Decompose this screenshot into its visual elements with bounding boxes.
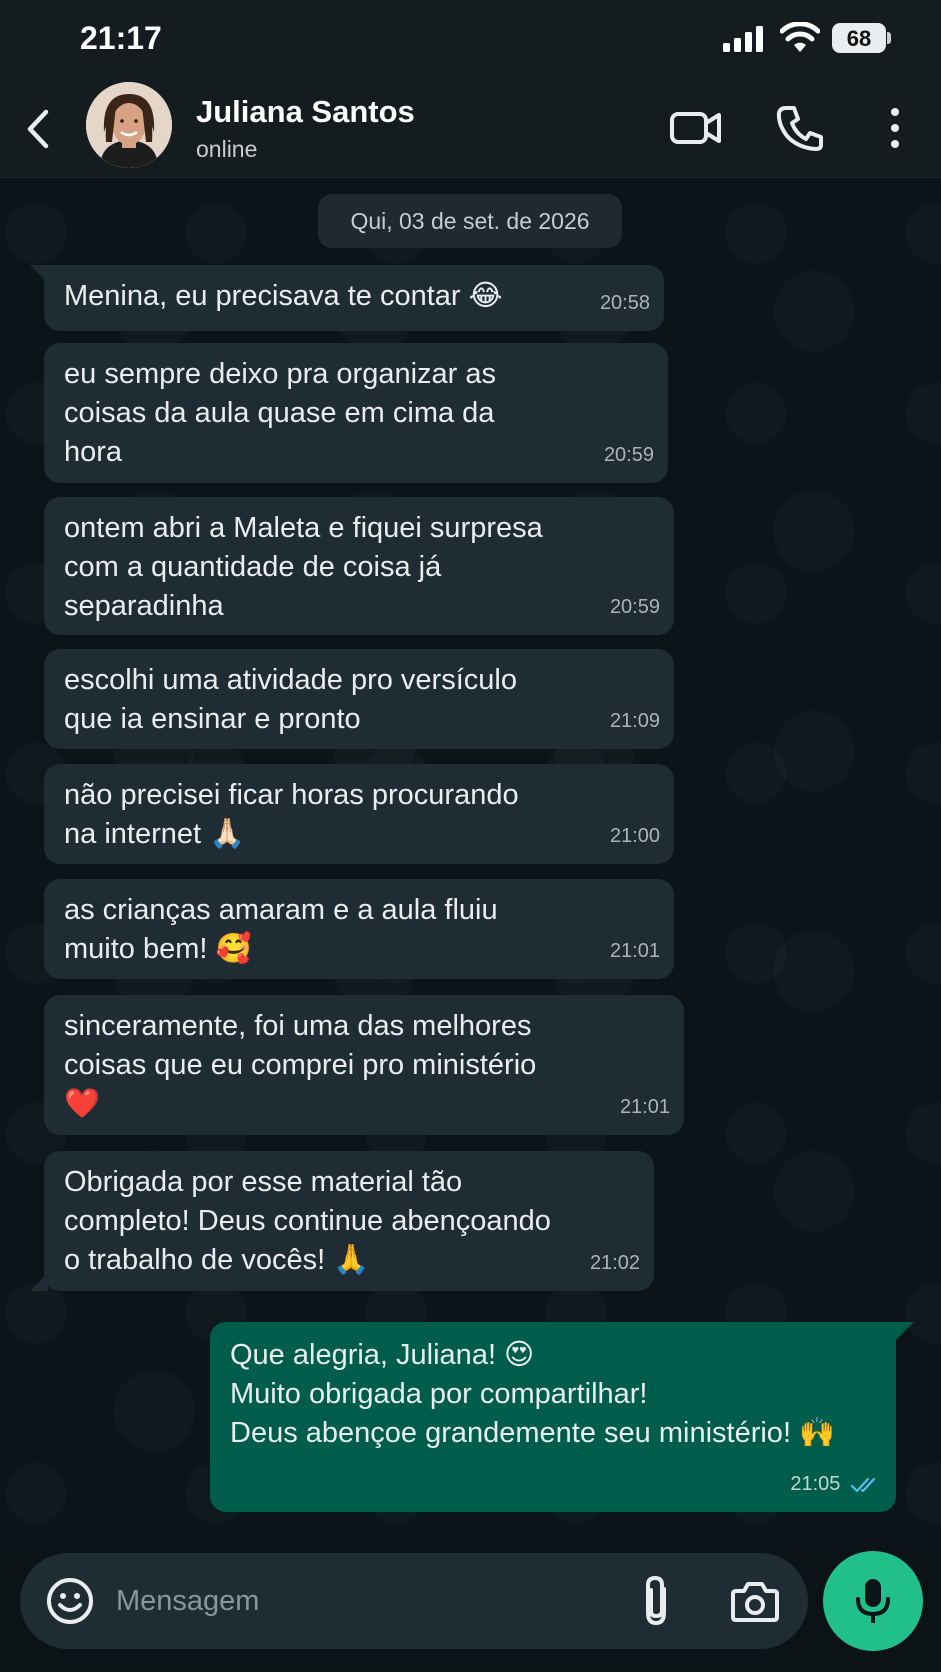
message-time: 21:01: [609, 940, 660, 962]
contact-name[interactable]: Juliana Santos: [196, 94, 415, 130]
message-time: 21:09: [609, 710, 660, 732]
message-time: 20:59: [609, 596, 660, 618]
incoming-message[interactable]: Menina, eu precisava te contar 😂 20:58: [44, 265, 664, 331]
incoming-message[interactable]: Obrigada por esse material tão completo!…: [44, 1151, 654, 1291]
read-ticks-icon: [850, 1477, 876, 1492]
signal-icon: [723, 26, 763, 52]
message-time: 20:59: [603, 444, 654, 466]
back-arrow-icon[interactable]: [20, 104, 60, 154]
message-text: Obrigada por esse material tão completo!…: [64, 1166, 551, 1276]
message-time: 21:00: [609, 825, 660, 847]
paperclip-icon[interactable]: [634, 1573, 678, 1629]
contact-status: online: [196, 136, 258, 162]
incoming-message[interactable]: eu sempre deixo pra organizar as coisas …: [44, 343, 668, 483]
bubble-tail: [896, 1322, 914, 1340]
wifi-icon: [780, 22, 820, 52]
message-text: Menina, eu precisava te contar 😂: [64, 280, 503, 312]
chat-area[interactable]: Qui, 03 de set. de 2026 Menina, eu preci…: [0, 179, 941, 1542]
message-time: 21:01: [619, 1096, 670, 1118]
chat-header: Juliana Santos online: [0, 80, 941, 178]
incoming-message[interactable]: as crianças amaram e a aula fluiu muito …: [44, 879, 674, 979]
voice-message-button[interactable]: [823, 1551, 923, 1651]
microphone-icon: [856, 1579, 890, 1623]
message-text: eu sempre deixo pra organizar as coisas …: [64, 358, 497, 468]
message-composer: [20, 1553, 808, 1649]
message-text: Que alegria, Juliana! 😍 Muito obrigada p…: [230, 1339, 836, 1449]
bubble-tail: [30, 1273, 48, 1291]
message-text: sinceramente, foi uma das melhores coisa…: [64, 1010, 537, 1120]
status-time: 21:17: [80, 20, 162, 56]
incoming-message[interactable]: ontem abri a Maleta e fiquei surpresa co…: [44, 497, 674, 635]
battery-level: 68: [832, 23, 886, 53]
avatar[interactable]: [86, 82, 172, 168]
status-bar: 21:17 68: [0, 0, 941, 80]
message-time: 21:02: [589, 1252, 640, 1274]
date-separator: Qui, 03 de set. de 2026: [318, 194, 622, 248]
battery-indicator: 68: [832, 23, 892, 53]
message-text: escolhi uma atividade pro versículo que …: [64, 664, 517, 735]
incoming-message[interactable]: não precisei ficar horas procurando na i…: [44, 764, 674, 864]
message-time-wrap: 21:05: [790, 1465, 882, 1504]
message-text: não precisei ficar horas procurando na i…: [64, 779, 519, 850]
message-text: as crianças amaram e a aula fluiu muito …: [64, 894, 498, 965]
battery-tip: [887, 32, 891, 44]
message-text: ontem abri a Maleta e fiquei surpresa co…: [64, 512, 543, 622]
video-call-icon[interactable]: [670, 102, 722, 154]
emoji-icon[interactable]: [44, 1575, 96, 1627]
message-time: 21:05: [790, 1473, 841, 1495]
phone-call-icon[interactable]: [776, 102, 824, 154]
avatar-portrait: [86, 82, 172, 168]
camera-icon[interactable]: [730, 1577, 780, 1625]
message-time: 20:58: [599, 292, 650, 314]
more-options-icon[interactable]: [880, 102, 910, 154]
incoming-message[interactable]: escolhi uma atividade pro versículo que …: [44, 649, 674, 749]
outgoing-message[interactable]: Que alegria, Juliana! 😍 Muito obrigada p…: [210, 1322, 896, 1512]
incoming-message[interactable]: sinceramente, foi uma das melhores coisa…: [44, 995, 684, 1135]
message-input[interactable]: [116, 1579, 576, 1623]
